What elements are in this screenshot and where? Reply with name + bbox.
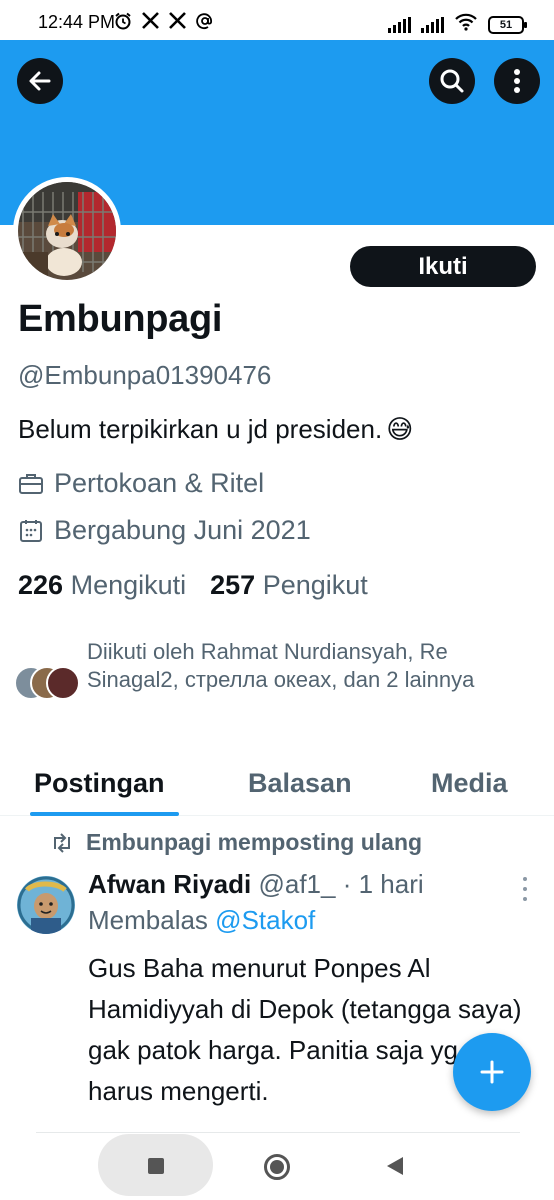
system-navigation-bar (0, 1134, 554, 1200)
following-count: 226 (18, 570, 64, 600)
category-label: Pertokoan & Ritel (54, 468, 265, 498)
profile-name: Embunpagi (18, 298, 223, 340)
repost-text: Embunpagi memposting ulang (86, 829, 423, 855)
battery-indicator: 51 (488, 15, 527, 34)
post-more-button[interactable] (518, 877, 532, 901)
x-icon (142, 12, 159, 35)
avatar (46, 666, 80, 700)
back-button[interactable] (17, 58, 63, 104)
post-author-avatar[interactable] (17, 876, 75, 934)
reply-to-line: Membalas @Stakof (88, 905, 315, 936)
bio-emoji: 😅 (386, 414, 414, 444)
search-icon (440, 69, 464, 93)
home-button[interactable] (264, 1154, 290, 1180)
post-header: Afwan Riyadi @af1_ · 1 hari (88, 869, 424, 900)
search-button[interactable] (429, 58, 475, 104)
repost-icon (54, 832, 70, 853)
plus-icon (480, 1060, 504, 1084)
followers-link[interactable]: 257 Pengikut (210, 570, 368, 601)
recents-button[interactable] (148, 1158, 164, 1174)
profile-join-date: Bergabung Juni 2021 (18, 515, 311, 546)
post-author-name[interactable]: Afwan Riyadi (88, 869, 251, 899)
more-vertical-icon (514, 69, 520, 93)
active-tab-indicator (30, 812, 179, 816)
follow-button[interactable]: Ikuti (350, 246, 536, 287)
tab-posts[interactable]: Postingan (34, 768, 165, 799)
profile-category: Pertokoan & Ritel (18, 468, 264, 499)
following-label: Mengikuti (70, 570, 187, 600)
calendar-icon (20, 519, 42, 542)
notification-icons (114, 12, 214, 35)
wifi-icon (454, 13, 478, 36)
status-bar: 12:44 PM 51 (0, 0, 554, 40)
followed-by-avatars[interactable] (14, 666, 80, 702)
x-icon (169, 12, 186, 35)
system-icons: 51 (388, 13, 527, 36)
reply-to-handle[interactable]: @Stakof (215, 905, 315, 935)
back-nav-button[interactable] (387, 1157, 403, 1175)
arrow-left-icon (29, 71, 51, 91)
briefcase-icon (19, 473, 43, 494)
signal-icon (421, 16, 444, 33)
repost-indicator: Embunpagi memposting ulang (50, 829, 422, 856)
followers-count: 257 (210, 570, 256, 600)
post-divider (36, 1132, 520, 1133)
at-icon (196, 12, 214, 35)
bio-text: Belum terpikirkan u jd presiden. (18, 414, 383, 444)
profile-avatar[interactable] (13, 177, 121, 285)
profile-bio: Belum terpikirkan u jd presiden. 😅 (18, 414, 413, 445)
post-time: · 1 hari (342, 869, 424, 899)
followed-by-text[interactable]: Diikuti oleh Rahmat Nurdiansyah, Re Sina… (87, 638, 537, 694)
tab-replies[interactable]: Balasan (248, 768, 352, 799)
profile-tabs: Postingan Balasan Media (0, 760, 554, 816)
join-date-label: Bergabung Juni 2021 (54, 515, 311, 545)
following-link[interactable]: 226 Mengikuti (18, 570, 186, 601)
reply-prefix: Membalas (88, 905, 208, 935)
compose-button[interactable] (453, 1033, 531, 1111)
alarm-icon (114, 12, 132, 35)
follow-counts: 226 Mengikuti 257 Pengikut (18, 570, 368, 601)
profile-handle: @Embunpa01390476 (18, 360, 272, 390)
signal-icon (388, 16, 411, 33)
post-author-handle[interactable]: @af1_ (258, 869, 335, 899)
followers-label: Pengikut (262, 570, 368, 600)
more-options-button[interactable] (494, 58, 540, 104)
status-time: 12:44 PM (38, 12, 116, 32)
tab-media[interactable]: Media (431, 768, 508, 799)
